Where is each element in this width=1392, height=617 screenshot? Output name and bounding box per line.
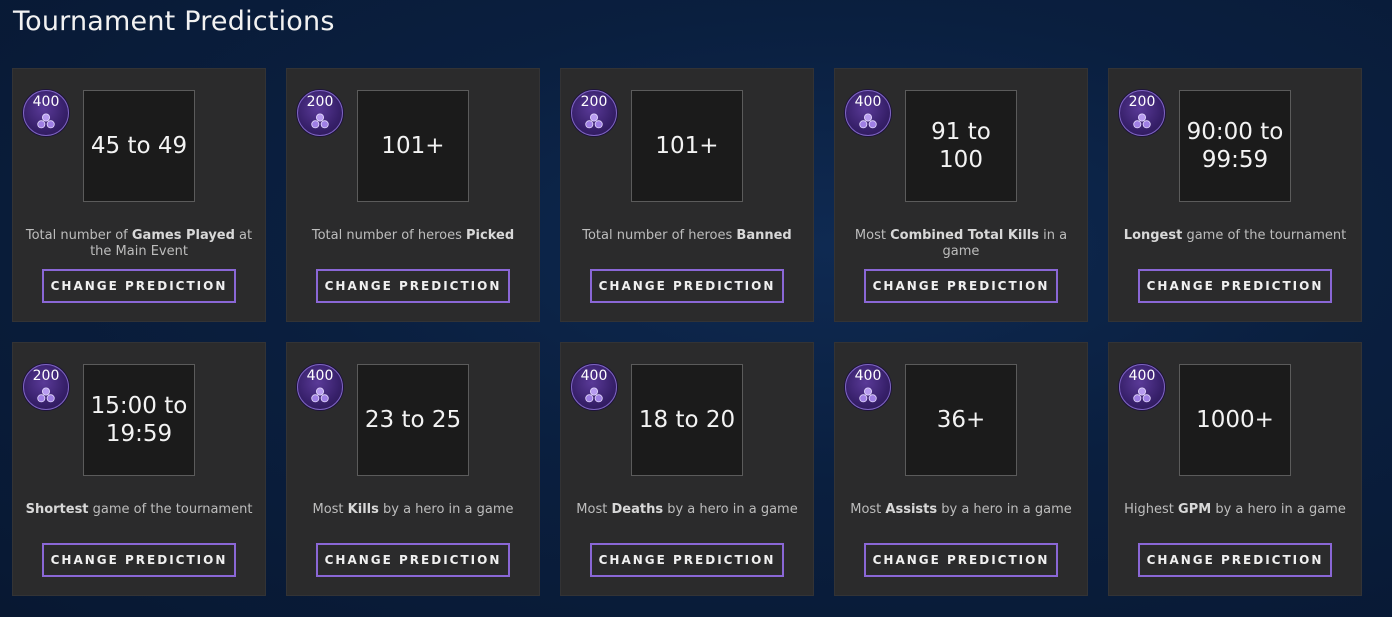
change-prediction-button[interactable]: CHANGE PREDICTION <box>1138 543 1332 577</box>
points-value: 400 <box>854 94 882 110</box>
shards-icon <box>37 387 55 403</box>
prediction-card: 400 45 to 49 Total number of Games Playe… <box>12 68 266 322</box>
shards-icon <box>1133 387 1151 403</box>
points-value: 400 <box>854 368 882 384</box>
points-value: 200 <box>306 94 334 110</box>
change-prediction-button[interactable]: CHANGE PREDICTION <box>42 543 236 577</box>
change-prediction-button[interactable]: CHANGE PREDICTION <box>316 543 510 577</box>
points-value: 200 <box>580 94 608 110</box>
change-prediction-button[interactable]: CHANGE PREDICTION <box>590 543 784 577</box>
shards-icon <box>311 113 329 129</box>
shards-icon <box>585 387 603 403</box>
prediction-card: 400 18 to 20 Most Deaths by a hero in a … <box>560 342 814 596</box>
prediction-answer: 36+ <box>905 364 1017 476</box>
points-badge: 200 <box>571 90 617 136</box>
change-prediction-button[interactable]: CHANGE PREDICTION <box>864 269 1058 303</box>
points-value: 400 <box>580 368 608 384</box>
prediction-answer: 101+ <box>631 90 743 202</box>
prediction-answer: 91 to 100 <box>905 90 1017 202</box>
prediction-description: Longest game of the tournament <box>1123 228 1347 243</box>
shards-icon <box>37 113 55 129</box>
points-badge: 400 <box>845 90 891 136</box>
prediction-description: Total number of heroes Banned <box>582 228 792 243</box>
prediction-card: 400 91 to 100 Most Combined Total Kills … <box>834 68 1088 322</box>
change-prediction-button[interactable]: CHANGE PREDICTION <box>316 269 510 303</box>
points-badge: 400 <box>1119 364 1165 410</box>
prediction-description: Most Assists by a hero in a game <box>850 502 1072 517</box>
points-value: 400 <box>1128 368 1156 384</box>
change-prediction-button[interactable]: CHANGE PREDICTION <box>590 269 784 303</box>
shards-icon <box>859 387 877 403</box>
prediction-answer: 45 to 49 <box>83 90 195 202</box>
points-badge: 200 <box>297 90 343 136</box>
shards-icon <box>585 113 603 129</box>
predictions-grid: 400 45 to 49 Total number of Games Playe… <box>12 68 1362 596</box>
prediction-card: 400 36+ Most Assists by a hero in a game… <box>834 342 1088 596</box>
prediction-description: Highest GPM by a hero in a game <box>1124 502 1346 517</box>
points-badge: 200 <box>1119 90 1165 136</box>
points-badge: 400 <box>297 364 343 410</box>
points-badge: 400 <box>571 364 617 410</box>
points-value: 400 <box>32 94 60 110</box>
change-prediction-button[interactable]: CHANGE PREDICTION <box>864 543 1058 577</box>
prediction-description: Most Deaths by a hero in a game <box>576 502 798 517</box>
prediction-description: Most Combined Total Kills in a game <box>854 228 1068 259</box>
change-prediction-button[interactable]: CHANGE PREDICTION <box>1138 269 1332 303</box>
prediction-description: Total number of heroes Picked <box>311 228 515 243</box>
prediction-card: 200 90:00 to 99:59 Longest game of the t… <box>1108 68 1362 322</box>
prediction-description: Most Kills by a hero in a game <box>312 502 514 517</box>
prediction-card: 400 23 to 25 Most Kills by a hero in a g… <box>286 342 540 596</box>
prediction-description: Total number of Games Played at the Main… <box>25 228 253 259</box>
points-value: 200 <box>1128 94 1156 110</box>
prediction-description: Shortest game of the tournament <box>25 502 253 517</box>
prediction-card: 400 1000+ Highest GPM by a hero in a gam… <box>1108 342 1362 596</box>
prediction-answer: 18 to 20 <box>631 364 743 476</box>
points-value: 200 <box>32 368 60 384</box>
shards-icon <box>859 113 877 129</box>
prediction-card: 200 15:00 to 19:59 Shortest game of the … <box>12 342 266 596</box>
points-badge: 200 <box>23 364 69 410</box>
prediction-answer: 1000+ <box>1179 364 1291 476</box>
shards-icon <box>311 387 329 403</box>
points-badge: 400 <box>23 90 69 136</box>
page-title: Tournament Predictions <box>13 6 335 37</box>
points-badge: 400 <box>845 364 891 410</box>
prediction-card: 200 101+ Total number of heroes Picked C… <box>286 68 540 322</box>
prediction-answer: 23 to 25 <box>357 364 469 476</box>
shards-icon <box>1133 113 1151 129</box>
points-value: 400 <box>306 368 334 384</box>
prediction-answer: 15:00 to 19:59 <box>83 364 195 476</box>
change-prediction-button[interactable]: CHANGE PREDICTION <box>42 269 236 303</box>
prediction-answer: 101+ <box>357 90 469 202</box>
prediction-answer: 90:00 to 99:59 <box>1179 90 1291 202</box>
prediction-card: 200 101+ Total number of heroes Banned C… <box>560 68 814 322</box>
